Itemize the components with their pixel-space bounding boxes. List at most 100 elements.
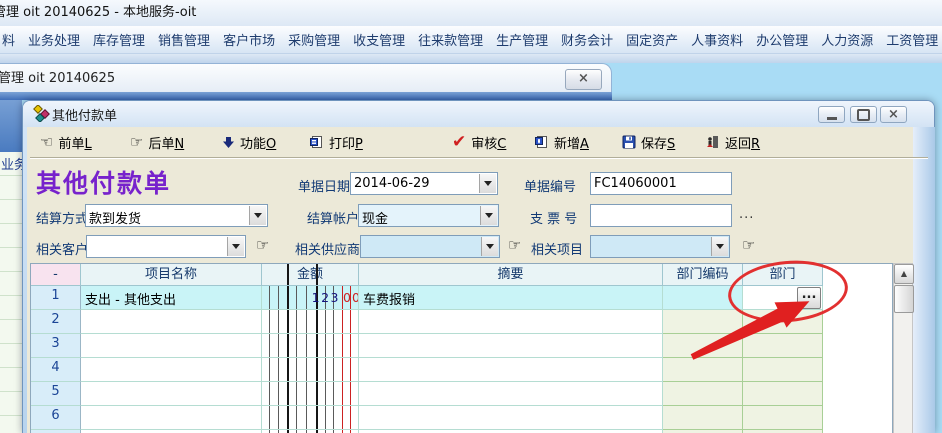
mdi-close-button[interactable]: × [565, 69, 602, 90]
related-project-combo[interactable] [590, 235, 730, 258]
menu-item-production[interactable]: 生产管理 [494, 30, 550, 49]
vertical-scrollbar[interactable]: ▲ [893, 263, 913, 433]
doc-no-input[interactable]: FC14060001 [590, 172, 732, 195]
cell-summary[interactable] [359, 358, 663, 382]
cell-no: 4 [31, 358, 81, 382]
cell-dept[interactable] [743, 334, 823, 358]
chevron-down-icon[interactable] [227, 237, 244, 256]
floppy-disk-icon [622, 135, 636, 149]
chevron-down-icon[interactable] [481, 237, 498, 256]
settle-account-label: 结算帐户 [307, 208, 359, 227]
cell-item[interactable] [81, 310, 262, 334]
col-header-dept-code: 部门编码 [663, 264, 743, 286]
lookup-hand-icon[interactable]: ☞ [742, 238, 755, 253]
chevron-down-icon[interactable] [479, 174, 496, 193]
cell-amount[interactable] [262, 406, 359, 430]
date-combo[interactable]: 2014-06-29 [350, 172, 498, 195]
prev-doc-label: 前单 [58, 137, 84, 152]
cell-item[interactable] [81, 382, 262, 406]
settle-method-combo[interactable]: 款到发货 [85, 204, 268, 227]
menu-item-customer[interactable]: 客户市场 [221, 30, 277, 49]
close-icon: × [888, 107, 899, 122]
menu-item-hr-data[interactable]: 人事资料 [689, 30, 745, 49]
cell-amount[interactable] [262, 358, 359, 382]
menu-item-sales[interactable]: 销售管理 [156, 30, 212, 49]
return-button[interactable]: 返回R [706, 131, 760, 153]
next-doc-label: 后单 [148, 137, 174, 152]
background-grid: 业务 [0, 152, 22, 433]
print-button[interactable]: 打印P [310, 131, 363, 153]
cell-amount[interactable] [262, 310, 359, 334]
cell-summary[interactable] [359, 310, 663, 334]
menu-item-finance[interactable]: 财务会计 [559, 30, 615, 49]
settle-account-combo[interactable]: 现金 [358, 204, 499, 227]
cell-amount[interactable]: 12300 [262, 286, 359, 310]
menu-item-dealings[interactable]: 往来款管理 [416, 30, 485, 49]
close-button[interactable]: × [880, 106, 907, 123]
related-customer-combo[interactable] [86, 235, 246, 258]
scrollbar-thumb[interactable] [894, 285, 914, 313]
menu-item-partial[interactable]: 料 [0, 30, 17, 49]
cell-item[interactable]: 支出 - 其他支出 [81, 286, 262, 310]
menu-item-salary[interactable]: 工资管理 [884, 30, 940, 49]
related-project-label: 相关项目 [531, 239, 583, 258]
cell-summary[interactable] [359, 382, 663, 406]
background-tab-label: 业务 [1, 154, 22, 173]
related-supplier-label: 相关供应商 [295, 239, 360, 258]
col-header-rownum: - [31, 264, 81, 286]
cell-amount[interactable] [262, 382, 359, 406]
scroll-up-icon[interactable]: ▲ [894, 264, 914, 284]
col-header-item: 项目名称 [81, 264, 262, 286]
cell-dept-code[interactable] [663, 310, 743, 334]
prev-doc-button[interactable]: ☜ 前单L [40, 131, 92, 153]
menu-item-inventory[interactable]: 库存管理 [91, 30, 147, 49]
settle-method-value: 款到发货 [89, 208, 249, 227]
mdi-bottom-strip [0, 92, 612, 100]
menu-item-business[interactable]: 业务处理 [26, 30, 82, 49]
cell-dept[interactable] [743, 358, 823, 382]
lookup-hand-icon[interactable]: ☞ [508, 238, 521, 253]
maximize-button[interactable] [850, 106, 877, 123]
cell-dept[interactable] [743, 382, 823, 406]
add-button[interactable]: 新增A [535, 131, 589, 153]
return-label: 返回 [725, 137, 751, 152]
save-button[interactable]: 保存S [622, 131, 675, 153]
chevron-down-icon[interactable] [480, 206, 497, 225]
menu-item-purchase[interactable]: 采购管理 [286, 30, 342, 49]
cell-amount[interactable] [262, 334, 359, 358]
cell-summary[interactable]: 车费报销 [359, 286, 663, 310]
table-row: 5 [31, 382, 893, 406]
cell-item[interactable] [81, 406, 262, 430]
background-panel [0, 100, 22, 152]
minimize-button[interactable] [818, 106, 845, 123]
related-supplier-combo[interactable] [360, 235, 500, 258]
date-label: 单据日期 [298, 176, 350, 195]
next-doc-button[interactable]: ☞ 后单N [130, 131, 184, 153]
cell-item[interactable] [81, 334, 262, 358]
cell-dept-code[interactable] [663, 382, 743, 406]
lookup-hand-icon[interactable]: ☞ [256, 238, 269, 253]
cell-dept-code[interactable] [663, 334, 743, 358]
cell-dept-code[interactable] [663, 358, 743, 382]
cell-item[interactable] [81, 358, 262, 382]
menu-item-hr[interactable]: 人力资源 [819, 30, 875, 49]
function-label: 功能 [240, 137, 266, 152]
exit-icon [706, 135, 720, 149]
cheque-no-input[interactable] [590, 204, 732, 227]
chevron-down-icon[interactable] [711, 237, 728, 256]
menu-item-office[interactable]: 办公管理 [754, 30, 810, 49]
menu-item-income[interactable]: 收支管理 [351, 30, 407, 49]
dialog-diamond-icon [33, 105, 50, 122]
cell-summary[interactable] [359, 406, 663, 430]
amount-decimal: 00 [343, 290, 359, 305]
function-button[interactable]: 功能O [222, 131, 276, 153]
audit-button[interactable]: ✔ 审核C [452, 131, 506, 153]
settle-method-label: 结算方式 [36, 208, 88, 227]
menu-item-assets[interactable]: 固定资产 [624, 30, 680, 49]
chevron-down-icon[interactable] [249, 206, 266, 225]
cell-summary[interactable] [359, 334, 663, 358]
cell-dept[interactable] [743, 406, 823, 430]
mdi-window-title: 管理 oit 20140625 [0, 71, 115, 86]
dialog-title: 其他付款单 [52, 105, 117, 124]
cell-dept-code[interactable] [663, 406, 743, 430]
